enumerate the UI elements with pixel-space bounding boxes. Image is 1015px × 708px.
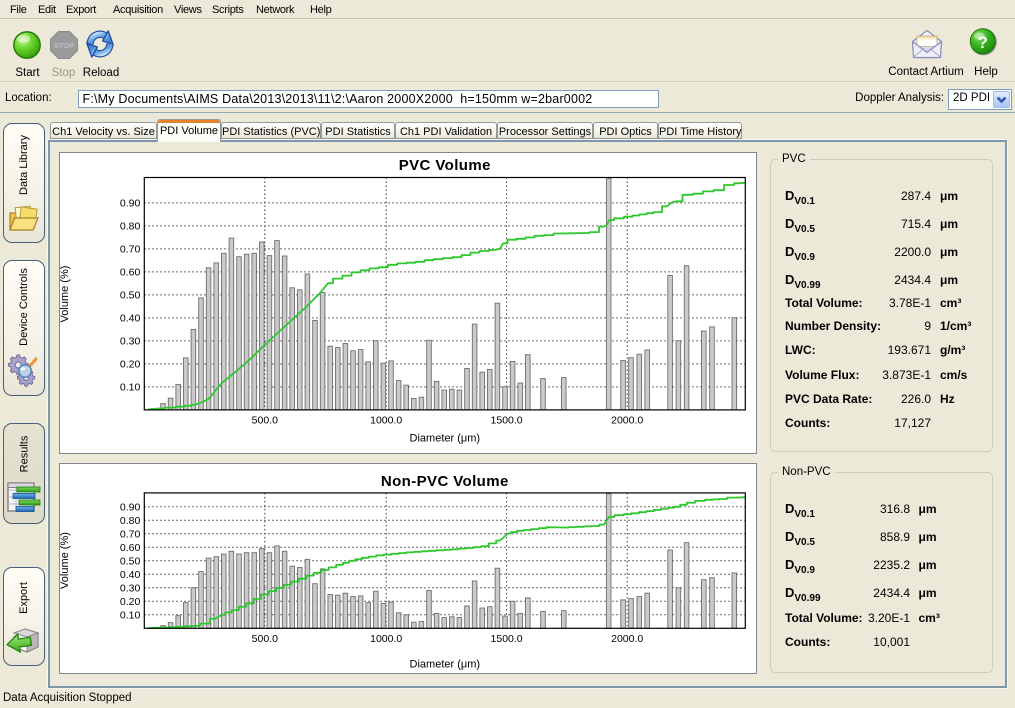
svg-text:0.50: 0.50 — [120, 555, 141, 567]
svg-text:0.90: 0.90 — [120, 501, 141, 513]
svg-text:PVC Volume: PVC Volume — [399, 157, 491, 174]
svg-text:0.80: 0.80 — [120, 220, 141, 232]
svg-text:0.30: 0.30 — [120, 335, 141, 347]
svg-text:Volume (%): Volume (%) — [60, 266, 71, 323]
svg-text:0.60: 0.60 — [120, 541, 141, 553]
svg-text:0.20: 0.20 — [120, 595, 141, 607]
svg-text:1500.0: 1500.0 — [491, 633, 523, 645]
svg-text:0.70: 0.70 — [120, 528, 141, 540]
svg-text:Non-PVC Volume: Non-PVC Volume — [381, 473, 509, 490]
svg-text:2000.0: 2000.0 — [611, 415, 643, 427]
svg-text:1000.0: 1000.0 — [370, 415, 402, 427]
svg-text:STOP: STOP — [54, 41, 74, 50]
svg-text:Diameter (μm): Diameter (μm) — [410, 433, 481, 445]
svg-text:500.0: 500.0 — [252, 633, 278, 645]
svg-text:?: ? — [978, 34, 988, 52]
svg-text:0.60: 0.60 — [120, 266, 141, 278]
svg-text:0.40: 0.40 — [120, 568, 141, 580]
svg-text:500.0: 500.0 — [252, 415, 278, 427]
svg-text:Diameter (μm): Diameter (μm) — [410, 658, 481, 670]
svg-text:0.90: 0.90 — [120, 197, 141, 209]
svg-text:1000.0: 1000.0 — [370, 633, 402, 645]
svg-text:0.70: 0.70 — [120, 243, 141, 255]
svg-text:0.10: 0.10 — [120, 381, 141, 393]
svg-text:0.80: 0.80 — [120, 514, 141, 526]
svg-text:0.10: 0.10 — [120, 609, 141, 621]
svg-text:2000.0: 2000.0 — [611, 633, 643, 645]
svg-text:0.50: 0.50 — [120, 289, 141, 301]
svg-text:0.40: 0.40 — [120, 312, 141, 324]
svg-text:0.20: 0.20 — [120, 358, 141, 370]
svg-text:1500.0: 1500.0 — [491, 415, 523, 427]
svg-text:0.30: 0.30 — [120, 582, 141, 594]
svg-text:Volume (%): Volume (%) — [60, 532, 71, 589]
